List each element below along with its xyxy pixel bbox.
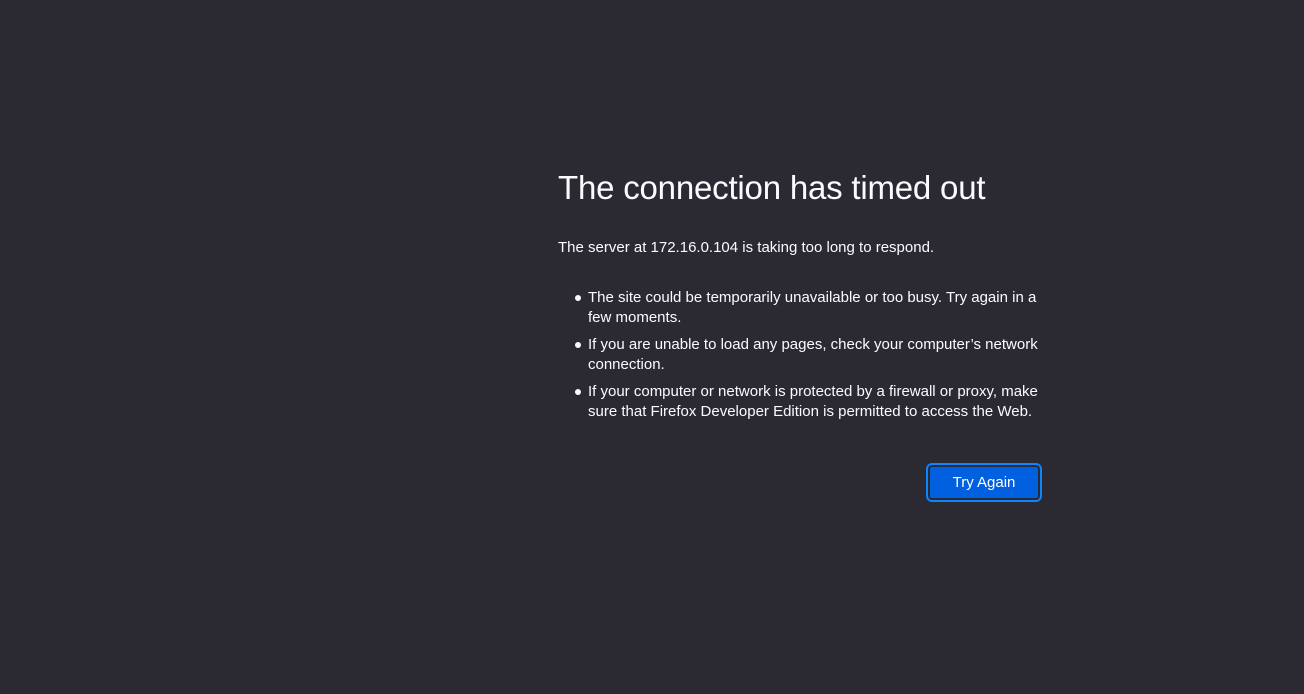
bullet-icon <box>575 342 581 348</box>
suggestion-text: The site could be temporarily unavailabl… <box>588 289 1037 326</box>
suggestion-item: If you are unable to load any pages, che… <box>575 335 1040 375</box>
error-title: The connection has timed out <box>558 169 986 206</box>
button-row: Try Again <box>558 463 1042 502</box>
suggestion-item: If your computer or network is protected… <box>575 382 1040 422</box>
suggestion-item: The site could be temporarily unavailabl… <box>575 288 1040 328</box>
try-again-button[interactable]: Try Again <box>926 463 1042 502</box>
suggestion-text: If your computer or network is protected… <box>588 383 1038 420</box>
suggestion-list: The site could be temporarily unavailabl… <box>558 288 1040 422</box>
bullet-icon <box>575 389 581 395</box>
error-page: The connection has timed out The server … <box>0 0 1304 694</box>
error-intro: The server at 172.16.0.104 is taking too… <box>558 239 935 256</box>
suggestion-text: If you are unable to load any pages, che… <box>588 336 1038 373</box>
error-container: The connection has timed out The server … <box>558 168 1042 502</box>
bullet-icon <box>575 295 581 301</box>
